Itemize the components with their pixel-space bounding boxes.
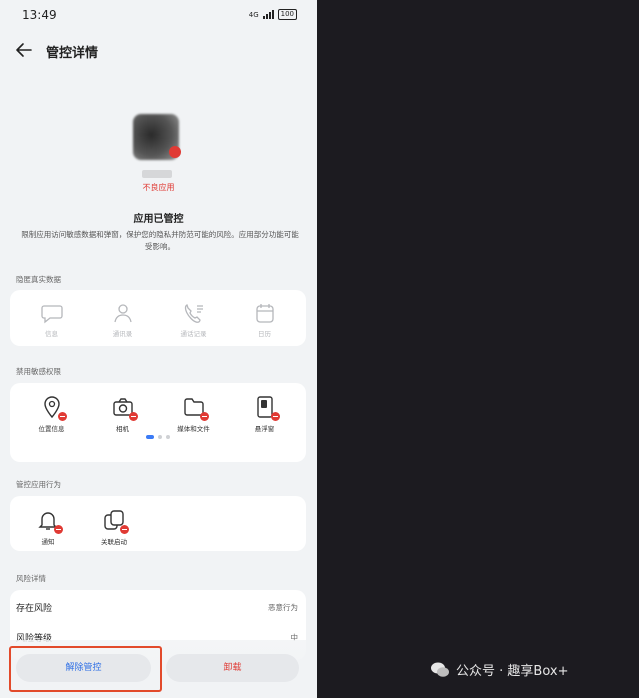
status-time: 13:49 <box>22 8 57 22</box>
behavior-item-notification[interactable]: 通知 <box>18 508 78 546</box>
top-bar: 管控详情 <box>0 36 317 66</box>
perm-item-location[interactable]: 位置信息 <box>22 395 82 433</box>
hidden-item-label: 通讯录 <box>112 330 133 338</box>
perm-item-label: 相机 <box>116 425 129 433</box>
message-icon <box>40 305 63 324</box>
watermark-text: 公众号 · 趣享Box+ <box>456 664 569 679</box>
section-disabled-perms-label: 禁用敏感权限 <box>16 367 61 376</box>
page-dot <box>166 435 170 439</box>
behavior-item-label: 关联启动 <box>101 538 127 546</box>
behavior-item-linked-launch[interactable]: 关联启动 <box>84 508 144 546</box>
calendar-icon <box>255 304 274 323</box>
call-log-icon <box>184 304 203 323</box>
controlled-title: 应用已管控 <box>133 214 184 225</box>
page-title: 管控详情 <box>46 46 99 61</box>
signal-icon <box>262 10 274 19</box>
perm-item-label: 位置信息 <box>38 425 65 433</box>
section-behavior-label: 管控应用行为 <box>16 480 61 489</box>
back-arrow-icon[interactable] <box>14 40 34 60</box>
behavior-item-label: 通知 <box>41 538 55 546</box>
remove-badge-icon <box>57 412 67 421</box>
hidden-item-contacts[interactable]: 通讯录 <box>93 302 153 338</box>
remove-badge-icon <box>270 412 280 421</box>
uninstall-button[interactable]: 卸载 <box>166 654 299 682</box>
risk-row-name: 存在风险 <box>16 604 53 614</box>
perm-item-label: 媒体和文件 <box>177 425 210 433</box>
remove-badge-icon <box>128 412 138 421</box>
section-risk-label: 风险详情 <box>16 574 46 583</box>
watermark: 公众号 · 趣享Box+ <box>430 660 568 679</box>
hidden-item-call-log[interactable]: 通话记录 <box>164 302 224 338</box>
control-description: 限制应用访问敏感数据和弹窗，保护您的隐私并防范可能的风险。应用部分功能可能受影响… <box>21 230 299 251</box>
section-hidden-data-label: 隐匿真实数据 <box>16 275 61 284</box>
risk-row-exists: 存在风险 恶意行为 <box>16 601 298 614</box>
page-dot-active <box>146 435 154 439</box>
hidden-data-card: 信息 通讯录 通话记录 日历 <box>10 290 306 346</box>
status-bar: 13:49 4G 100 <box>0 0 317 30</box>
app-warning-badge <box>169 146 181 158</box>
behavior-card: 通知 关联启动 <box>10 496 306 551</box>
status-icons: 4G 100 <box>249 9 297 20</box>
contacts-icon <box>113 304 132 323</box>
hidden-item-label: 通话记录 <box>180 330 207 338</box>
perm-item-media-files[interactable]: 媒体和文件 <box>164 395 224 433</box>
remove-badge-icon <box>54 525 63 534</box>
perm-item-floating-window[interactable]: 悬浮窗 <box>235 395 295 433</box>
remove-badge-icon <box>199 412 209 421</box>
risk-row-value: 恶意行为 <box>268 603 298 612</box>
page-indicator <box>10 435 306 439</box>
perm-item-label: 悬浮窗 <box>254 425 275 433</box>
bad-app-label: 不良应用 <box>142 183 175 192</box>
hidden-item-label: 日历 <box>258 330 271 338</box>
battery-icon: 100 <box>277 9 297 20</box>
page-dot <box>158 435 162 439</box>
hidden-item-calendar[interactable]: 日历 <box>235 302 295 338</box>
disabled-perms-card: 位置信息 相机 媒体和文件 悬浮窗 <box>10 383 306 462</box>
hidden-item-message[interactable]: 信息 <box>22 302 82 338</box>
remove-badge-icon <box>120 525 129 534</box>
wechat-icon <box>431 662 449 677</box>
app-name-redacted <box>142 170 172 178</box>
network-label: 4G <box>248 10 259 19</box>
perm-item-camera[interactable]: 相机 <box>93 395 153 433</box>
highlight-box <box>9 646 162 692</box>
phone-screen: 13:49 4G 100 管控详情 不良应用 应用已管控 限制应用访问敏感数据和… <box>0 0 317 698</box>
dark-background <box>317 0 639 698</box>
hidden-item-label: 信息 <box>45 330 58 338</box>
